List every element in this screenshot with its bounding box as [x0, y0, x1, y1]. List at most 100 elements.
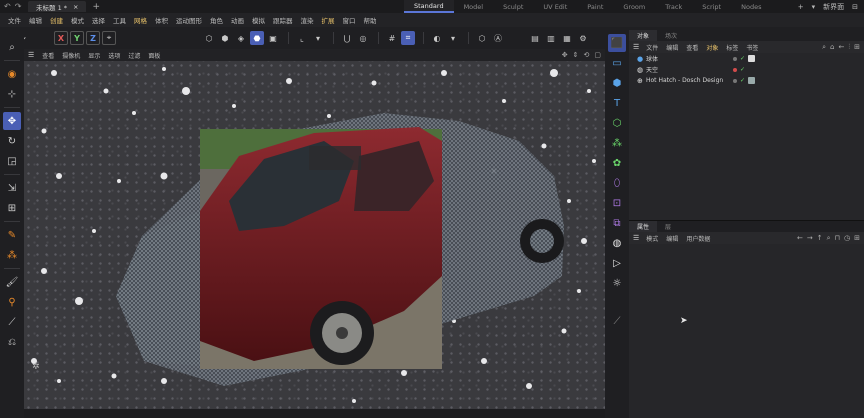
spline-rectangle-icon[interactable]: ▭	[608, 54, 626, 72]
object-manager-menu-icon[interactable]: ☰	[633, 43, 639, 51]
magnet-snap-icon[interactable]: ⋃	[340, 31, 354, 45]
menu-mode[interactable]: 模式	[67, 15, 88, 25]
menu-mesh[interactable]: 网格	[130, 15, 151, 25]
maximize-view-icon[interactable]: ▢	[594, 51, 601, 59]
y-axis-lock-button[interactable]: Y	[70, 31, 84, 45]
cube-icon[interactable]: ⬛	[608, 34, 626, 52]
viewport-menu-panel[interactable]: 面板	[144, 51, 164, 60]
layout-tab-sculpt[interactable]: Sculpt	[493, 0, 533, 13]
tab-attributes[interactable]: 属性	[629, 221, 658, 232]
render-view-icon[interactable]: ▤	[528, 31, 542, 45]
deformer-icon[interactable]: ⬯	[608, 174, 626, 192]
layout-menu-icon[interactable]: ▾	[812, 3, 816, 11]
rotate-tool-icon[interactable]: ↻	[3, 132, 21, 150]
add-layout-button[interactable]: +	[798, 3, 804, 11]
cube-primitive-icon[interactable]: ⬢	[608, 74, 626, 92]
select-tool-icon[interactable]: ◉	[3, 65, 21, 83]
orbit-view-icon[interactable]: ⟲	[584, 51, 590, 59]
om-menu-object[interactable]: 对象	[702, 43, 722, 52]
scale-tool-icon[interactable]: ◲	[3, 152, 21, 170]
visibility-dot[interactable]	[733, 56, 737, 61]
om-menu-view[interactable]: 查看	[682, 43, 702, 52]
tab-takes[interactable]: 场次	[657, 30, 685, 41]
viewport-solo-icon[interactable]: ◐	[430, 31, 444, 45]
snap-grid-icon[interactable]: ⌗	[401, 31, 415, 45]
close-tab-icon[interactable]: ×	[73, 3, 78, 11]
viewport-menu-display[interactable]: 显示	[84, 51, 104, 60]
render-picture-viewer-icon[interactable]: ▥	[544, 31, 558, 45]
am-menu-user-data[interactable]: 用户数据	[682, 234, 714, 243]
layout-tab-model[interactable]: Model	[454, 0, 494, 13]
layout-tab-nodes[interactable]: Nodes	[731, 0, 771, 13]
am-menu-mode[interactable]: 模式	[642, 234, 662, 243]
attribute-manager-menu-icon[interactable]: ☰	[633, 234, 639, 242]
menu-select[interactable]: 选择	[88, 15, 109, 25]
render-settings-icon[interactable]: ▦	[560, 31, 574, 45]
layout-tab-track[interactable]: Track	[655, 0, 692, 13]
layout-options-icon[interactable]: ⊟	[852, 3, 858, 11]
undo-icon[interactable]: ↶	[4, 2, 11, 11]
polygons-mode-icon[interactable]: ⬣	[250, 31, 264, 45]
z-axis-lock-button[interactable]: Z	[86, 31, 100, 45]
filter-icon[interactable]: ⫶	[848, 43, 850, 52]
am-menu-edit[interactable]: 编辑	[662, 234, 682, 243]
menu-extensions[interactable]: 扩展	[318, 15, 339, 25]
viewport-menu-cameras[interactable]: 摄像机	[58, 51, 84, 60]
viewport-menu-options[interactable]: 选项	[104, 51, 124, 60]
coordinate-system-icon[interactable]: ⌖	[102, 31, 116, 45]
3d-viewport[interactable]: ✲	[24, 61, 605, 409]
layout-tab-groom[interactable]: Groom	[613, 0, 655, 13]
om-menu-file[interactable]: 文件	[642, 43, 662, 52]
extrude-tool-icon[interactable]: ⎌	[3, 333, 21, 351]
menu-file[interactable]: 文件	[4, 15, 25, 25]
new-attribute-window-icon[interactable]: ⊞	[854, 234, 860, 243]
search-icon[interactable]: ⌕	[827, 234, 831, 243]
om-menu-tags[interactable]: 标签	[722, 43, 742, 52]
om-menu-edit[interactable]: 编辑	[662, 43, 682, 52]
display-tag-icon[interactable]	[748, 77, 756, 84]
visibility-dot[interactable]	[733, 67, 737, 72]
environment-icon[interactable]: ◍	[608, 234, 626, 252]
object-row-hot-hatch[interactable]: ⊕ Hot Hatch - Dosch Design ✓	[629, 75, 864, 86]
menu-animate[interactable]: 动画	[227, 15, 248, 25]
pan-view-icon[interactable]: ✥	[562, 51, 568, 59]
layout-tab-uv-edit[interactable]: UV Edit	[533, 0, 577, 13]
menu-mograph[interactable]: 运动图形	[172, 15, 206, 25]
lock-icon[interactable]: ⊓	[835, 234, 840, 243]
live-selection-icon[interactable]: ⊹	[3, 85, 21, 103]
workplane-menu-icon[interactable]: ▾	[311, 31, 325, 45]
uv-mode-icon[interactable]: ▣	[266, 31, 280, 45]
menu-help[interactable]: 帮助	[360, 15, 381, 25]
menu-volume[interactable]: 体积	[151, 15, 172, 25]
material-tag-icon[interactable]	[748, 55, 756, 62]
cloner-icon[interactable]: ⁂	[608, 134, 626, 152]
brush-tool-icon[interactable]: ⁂	[3, 246, 21, 264]
soft-selection-icon[interactable]: ◎	[356, 31, 370, 45]
bevel-tool-icon[interactable]: ⟋	[3, 313, 21, 331]
forward-arrow-icon[interactable]: →	[807, 234, 813, 243]
object-row-sky[interactable]: ◍ 天空 ✓	[629, 64, 864, 75]
new-window-icon[interactable]: ⊞	[854, 43, 860, 52]
subdivision-surface-icon[interactable]: ⬡	[608, 114, 626, 132]
spline-pen-icon[interactable]: ✎	[3, 226, 21, 244]
tab-objects[interactable]: 对象	[629, 30, 658, 41]
menu-render[interactable]: 渲染	[297, 15, 318, 25]
search-icon[interactable]: ⌕	[822, 43, 826, 52]
enabled-check-icon[interactable]: ✓	[740, 55, 745, 62]
render-tag-icon[interactable]: ⟋	[608, 312, 626, 330]
layout-tab-script[interactable]: Script	[692, 0, 731, 13]
points-mode-icon[interactable]: ⬢	[218, 31, 232, 45]
workplane-icon[interactable]: ⌞	[295, 31, 309, 45]
object-row-sphere[interactable]: ● 球体 ✓	[629, 53, 864, 64]
edges-mode-icon[interactable]: ◈	[234, 31, 248, 45]
search-icon[interactable]: ⌕	[3, 38, 21, 56]
om-menu-bookmarks[interactable]: 书签	[742, 43, 762, 52]
grid-icon[interactable]: #	[385, 31, 399, 45]
model-mode-icon[interactable]: ⬡	[202, 31, 216, 45]
move-tool-icon[interactable]: ✥	[3, 112, 21, 130]
redo-icon[interactable]: ↷	[15, 2, 22, 11]
document-tab[interactable]: 未标题 1 * ×	[28, 1, 87, 12]
camera-icon[interactable]: ▷	[608, 254, 626, 272]
up-arrow-icon[interactable]: ↑	[817, 234, 823, 243]
paint-brush-icon[interactable]: 🖌	[3, 273, 21, 291]
